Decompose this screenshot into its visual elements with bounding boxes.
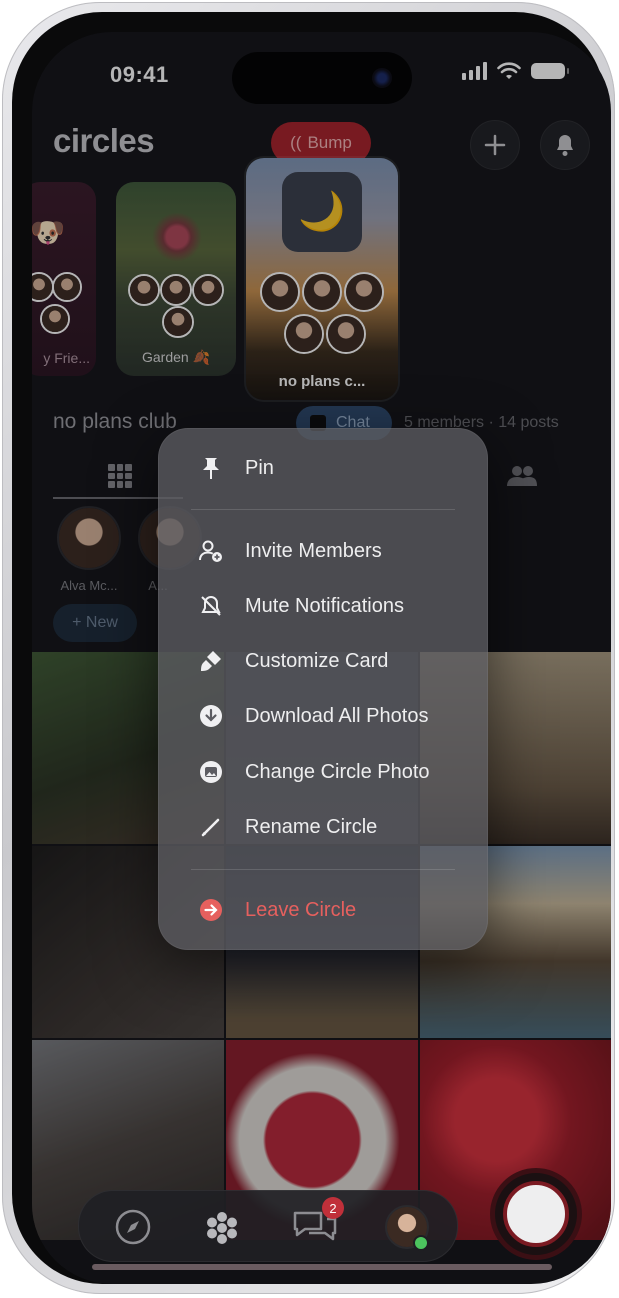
tab-bar [78, 1190, 458, 1262]
menu-item-invite-members[interactable]: Invite Members [159, 528, 487, 574]
home-indicator [92, 1264, 552, 1270]
flower-decoration [152, 212, 202, 262]
phone-frame: 09:41 circles (( Bump 🐶 y Frie... Garden… [2, 2, 615, 1294]
card-label: no plans c... [278, 373, 366, 390]
menu-item-change-circle-photo[interactable]: Change Circle Photo [159, 749, 487, 795]
menu-label: Download All Photos [245, 704, 429, 727]
add-person-icon [197, 537, 225, 565]
circle-card-no-plans-club[interactable]: 🌙 no plans c... [246, 158, 398, 400]
menu-label: Leave Circle [245, 898, 357, 921]
menu-label: Change Circle Photo [245, 760, 430, 783]
members-tab-icon[interactable] [506, 464, 538, 488]
moon-icon: 🌙 [282, 172, 362, 252]
plus-icon [484, 134, 506, 156]
circle-title: no plans club [53, 410, 177, 433]
menu-divider [191, 509, 455, 510]
status-icons [462, 62, 569, 80]
avatar [40, 304, 70, 334]
avatar [162, 306, 194, 338]
avatar [260, 272, 300, 312]
photo-icon [197, 758, 225, 786]
wifi-icon [497, 62, 521, 79]
brush-icon [197, 647, 225, 675]
pin-icon [197, 454, 225, 482]
card-label: Garden 🍂 [141, 349, 211, 365]
menu-label: Mute Notifications [245, 594, 404, 617]
menu-item-pin[interactable]: Pin [159, 445, 487, 491]
menu-label: Rename Circle [245, 815, 378, 838]
member-item[interactable]: Alva Mc... [52, 506, 126, 593]
context-menu: Pin Invite Members Mute Notifications Cu… [158, 428, 488, 950]
dynamic-island [232, 52, 412, 104]
status-time: 09:41 [110, 62, 169, 87]
avatar [160, 274, 192, 306]
app-title: circles [53, 122, 155, 159]
screen: 09:41 circles (( Bump 🐶 y Frie... Garden… [32, 32, 611, 1284]
avatar [32, 272, 54, 302]
menu-label: Pin [245, 456, 274, 479]
card-label: y Frie... [43, 350, 90, 366]
bell-icon [557, 135, 573, 156]
circles-tab-icon[interactable] [203, 1209, 241, 1247]
add-button[interactable] [470, 120, 520, 170]
avatar [57, 506, 121, 570]
nfc-icon: (( [290, 133, 302, 152]
avatar [326, 314, 366, 354]
menu-item-mute-notifications[interactable]: Mute Notifications [159, 583, 487, 629]
phone-bezel: 09:41 circles (( Bump 🐶 y Frie... Garden… [12, 12, 611, 1284]
pencil-icon [197, 813, 225, 841]
new-button[interactable]: + New [53, 604, 137, 642]
avatar [302, 272, 342, 312]
leave-icon [197, 896, 225, 924]
menu-label: Customize Card [245, 649, 389, 672]
compass-icon[interactable] [115, 1209, 151, 1245]
download-icon [197, 702, 225, 730]
avatar [192, 274, 224, 306]
menu-item-rename-circle[interactable]: Rename Circle [159, 804, 487, 850]
avatar [344, 272, 384, 312]
online-indicator [413, 1235, 429, 1251]
menu-item-download-all-photos[interactable]: Download All Photos [159, 693, 487, 739]
messages-badge: 2 [322, 1197, 344, 1219]
menu-divider [191, 869, 455, 870]
notifications-button[interactable] [540, 120, 590, 170]
grid-view-icon[interactable] [108, 464, 132, 488]
circle-card-garden[interactable]: Garden 🍂 [116, 182, 236, 376]
bell-off-icon [197, 592, 225, 620]
avatar [284, 314, 324, 354]
battery-icon [531, 63, 569, 79]
circle-card-friends[interactable]: 🐶 y Frie... [32, 182, 96, 376]
avatar [52, 272, 82, 302]
camera-icon [372, 68, 392, 88]
camera-shutter-button[interactable] [490, 1168, 582, 1260]
menu-label: Invite Members [245, 539, 382, 562]
shutter-inner [503, 1181, 569, 1247]
menu-item-customize-card[interactable]: Customize Card [159, 638, 487, 684]
menu-item-leave-circle[interactable]: Leave Circle [159, 887, 487, 933]
avatar [128, 274, 160, 306]
card-emoji: 🐶 [32, 217, 65, 248]
member-name: Alva Mc... [60, 578, 118, 593]
bump-label: Bump [307, 133, 352, 152]
signal-icon [462, 62, 487, 80]
